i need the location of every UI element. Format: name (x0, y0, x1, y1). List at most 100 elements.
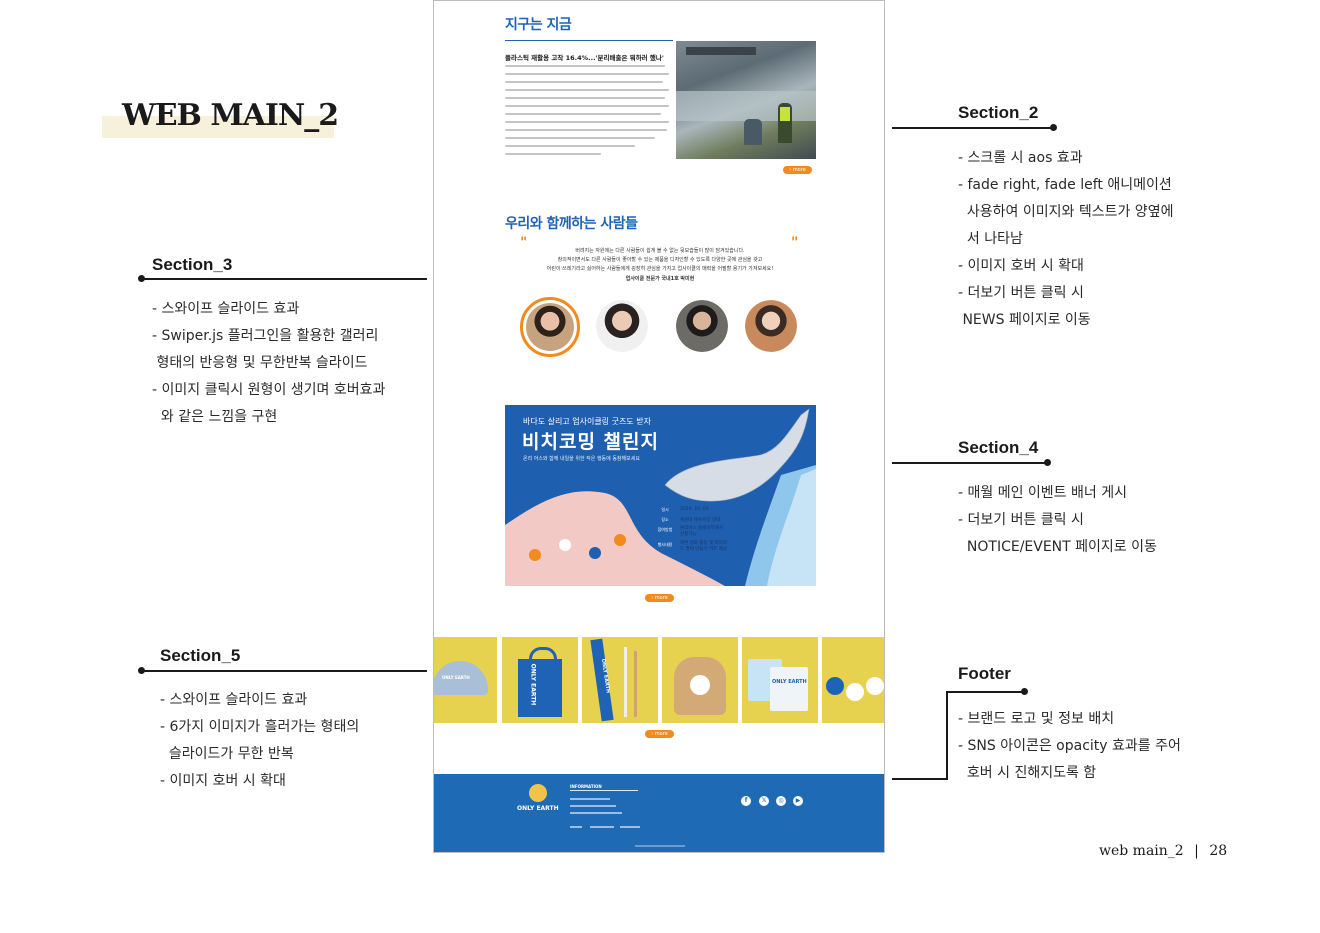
avatar-photo (745, 300, 797, 352)
instagram-icon[interactable]: ◎ (776, 796, 786, 806)
info-value: 해변 정화 활동 및 파라코드 팔찌 만들기 키트 제공 (680, 541, 728, 552)
goods-item-mug[interactable]: ONLY EARTH (742, 637, 818, 723)
section5-label: Section_5 (160, 646, 241, 665)
info-key: 참여방법 (653, 526, 677, 533)
mug-text: ONLY EARTH (772, 679, 807, 685)
avatar-photo (676, 300, 728, 352)
footer-link[interactable] (570, 826, 582, 828)
avatar[interactable] (676, 300, 728, 352)
desc-line: 사용하여 이미지와 텍스트가 양옆에 (958, 204, 1174, 220)
section3-label: Section_3 (152, 255, 233, 274)
section2-description: - 스크롤 시 aos 효과 - fade right, fade left 애… (958, 145, 1173, 334)
section5-description: - 스와이프 슬라이드 효과 - 6가지 이미지가 흘러가는 형태의 슬라이드가… (160, 687, 359, 795)
desc-line: 와 같은 느낌을 구현 (152, 409, 278, 425)
news-top-rule (505, 40, 673, 41)
cap-logo: ONLY EARTH (442, 675, 470, 680)
avatar-selected[interactable] (520, 297, 580, 357)
footer-annotation-label: Footer (958, 664, 1011, 683)
news-photo-recycling-plant[interactable] (676, 41, 816, 159)
goods-item-straw-set[interactable]: ONLY EARTH (582, 637, 658, 723)
desc-line: - 6가지 이미지가 흘러가는 형태의 (160, 719, 360, 735)
info-row: 참여방법 온리어스 홈페이지에서 신청가능 (653, 526, 753, 538)
footer-link[interactable] (620, 826, 640, 828)
footer-description: - 브랜드 로고 및 정보 배치 - SNS 아이콘은 opacity 효과를 … (958, 706, 1181, 787)
goods-item-keyring[interactable] (822, 637, 884, 723)
desc-line: - 브랜드 로고 및 정보 배치 (958, 711, 1115, 727)
safety-vest (780, 107, 790, 121)
info-value: 온리어스 홈페이지에서 신청가능 (680, 526, 723, 537)
desc-line: - 스크롤 시 aos 효과 (958, 150, 1083, 166)
goods-slider[interactable]: ONLY EARTH ONLY EARTH ONLY EARTH ONLY EA… (434, 637, 884, 723)
footer-info-title: INFORMATION (570, 784, 602, 789)
text-line (505, 137, 655, 139)
text-line (505, 89, 669, 91)
conveyor-frame (686, 47, 756, 55)
desc-line: - 스와이프 슬라이드 효과 (160, 692, 308, 708)
goods-item-tote-bag[interactable]: ONLY EARTH (502, 637, 578, 723)
banner-illustration (505, 408, 816, 586)
text-line (505, 97, 665, 99)
desc-line: 슬라이드가 무한 반복 (160, 746, 294, 762)
goods-item-drawstring-bag[interactable] (662, 637, 738, 723)
footer-link[interactable] (590, 826, 614, 828)
info-row: 장소 해운대 해수욕장 일대 (653, 516, 753, 523)
info-key: 일시 (653, 506, 677, 513)
avatar[interactable] (596, 300, 648, 352)
section4-label: Section_4 (958, 438, 1039, 457)
section3-description: - 스와이프 슬라이드 효과 - Swiper.js 플러그인을 활용한 갤러리… (152, 296, 385, 431)
website-mockup: 지구는 지금 플라스틱 재활용 고작 16.4%...'분리배출은 뭐하러 했나… (433, 0, 885, 853)
quote-person: 업사이클 전문가 국내1호 박미현 (625, 276, 695, 282)
info-value: 2024. 10. 01 (680, 507, 709, 512)
info-value: 해운대 해수욕장 일대 (680, 517, 721, 523)
page-title: WEB MAIN_2 (122, 98, 339, 133)
event-banner[interactable]: 바다도 살리고 업사이클링 굿즈도 받자 비치코밍 챌린지 온리 어스와 함께 … (505, 405, 816, 586)
more-label: more (654, 595, 668, 601)
x-icon[interactable]: 𝕏 (759, 796, 769, 806)
footer-info-rule (570, 790, 638, 791)
goods-item-cap[interactable]: ONLY EARTH (434, 637, 497, 723)
section3-leader-line (141, 278, 427, 280)
page-number: web main_2 | 28 (1099, 843, 1227, 859)
quote-line: 버려지는 자원에는 다른 사람들이 쉽게 볼 수 없는 뒷모습들이 많이 담겨있… (575, 248, 745, 254)
footer-leader-line-top (946, 691, 1024, 693)
straw (624, 647, 627, 717)
straw-brush (634, 651, 637, 717)
page-footer-name: web main_2 (1099, 843, 1184, 859)
facebook-icon[interactable]: f (741, 796, 751, 806)
brand-logo-text[interactable]: ONLY EARTH (517, 805, 559, 812)
desc-line: - 매월 메인 이벤트 배너 게시 (958, 485, 1127, 501)
people-quote: 버려지는 자원에는 다른 사람들이 쉽게 볼 수 없는 뒷모습들이 많이 담겨있… (526, 247, 794, 284)
desc-line: - fade right, fade left 애니메이션 (958, 177, 1172, 193)
text-line (505, 113, 661, 115)
section4-leader-line (892, 462, 1047, 464)
news-headline[interactable]: 플라스틱 재활용 고작 16.4%...'분리배출은 뭐하러 했나' (505, 52, 664, 62)
keyring-disc (826, 677, 844, 695)
info-key: 행사내용 (653, 541, 677, 548)
more-label: more (654, 731, 668, 737)
news-more-button[interactable]: › more (783, 166, 812, 174)
mug-front (770, 667, 808, 711)
footer-info-line (570, 812, 622, 814)
more-label: more (792, 167, 806, 173)
text-line (505, 121, 669, 123)
brand-logo-icon (529, 784, 547, 802)
goods-more-button[interactable]: › more (645, 730, 674, 738)
keyring-disc (846, 683, 864, 701)
desc-line: - 스와이프 슬라이드 효과 (152, 301, 300, 317)
person-figure (589, 547, 601, 559)
people-section-title: 우리와 함께하는 사람들 (505, 216, 638, 232)
section4-description: - 매월 메인 이벤트 배너 게시 - 더보기 버튼 클릭 시 NOTICE/E… (958, 480, 1157, 561)
desc-line: - 더보기 버튼 클릭 시 (958, 512, 1084, 528)
desc-line: - 이미지 호버 시 확대 (160, 773, 286, 789)
desc-line: NOTICE/EVENT 페이지로 이동 (958, 539, 1157, 555)
desc-line: 형태의 반응형 및 무한반복 슬라이드 (152, 355, 368, 371)
site-footer: ONLY EARTH INFORMATION f 𝕏 ◎ ▶ (434, 774, 884, 852)
youtube-icon[interactable]: ▶ (793, 796, 803, 806)
section2-label: Section_2 (958, 103, 1039, 122)
page-number-divider: | (1194, 843, 1199, 859)
event-more-button[interactable]: › more (645, 594, 674, 602)
person-figure (529, 549, 541, 561)
avatar[interactable] (745, 300, 797, 352)
section4-leader-dot (1044, 459, 1051, 466)
desc-line: - 이미지 호버 시 확대 (958, 258, 1084, 274)
